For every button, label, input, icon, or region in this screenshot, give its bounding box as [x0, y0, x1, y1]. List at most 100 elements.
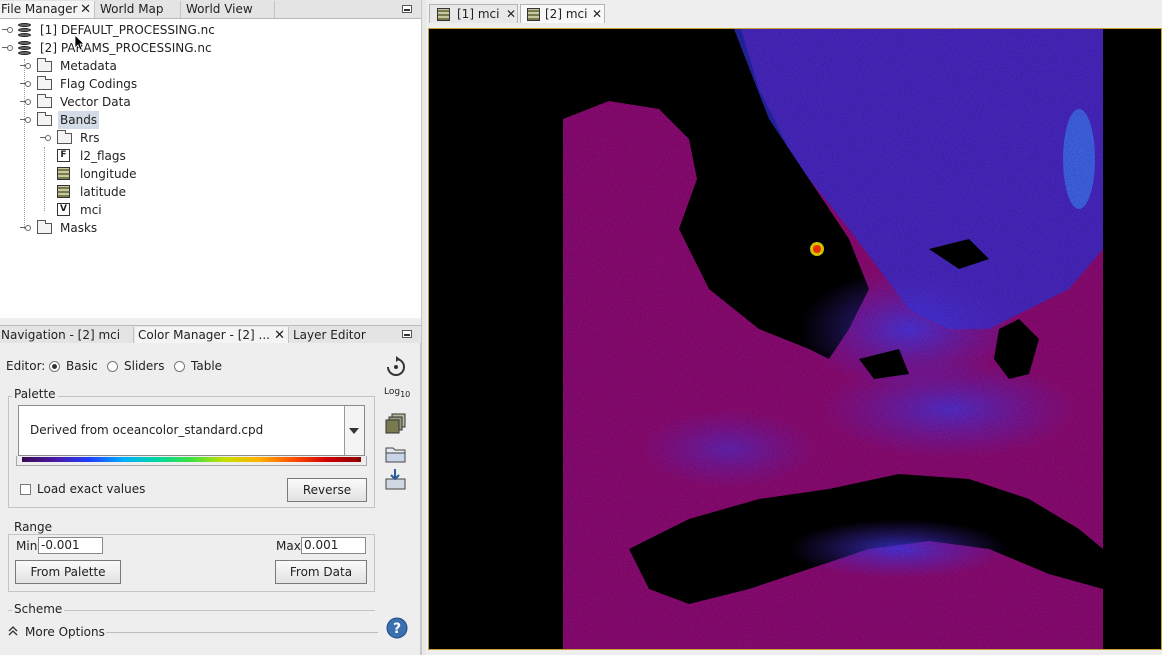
band-icon — [57, 185, 70, 198]
load-exact-checkbox[interactable] — [20, 484, 31, 495]
minimize-icon[interactable] — [402, 5, 412, 13]
tab-layer-editor[interactable]: Layer Editor — [290, 327, 370, 344]
divider — [106, 632, 378, 633]
tree-item-product-1[interactable]: [1] DEFAULT_PROCESSING.nc — [0, 21, 420, 39]
folder-icon — [37, 58, 52, 72]
tab-label: Color Manager - [2] ... — [138, 328, 270, 342]
tab-label: [1] mci — [457, 7, 500, 21]
tab-label: Navigation - [2] mci — [1, 328, 121, 342]
tab-label: Layer Editor — [293, 328, 366, 342]
load-exact-label: Load exact values — [37, 482, 146, 496]
radio-sliders[interactable] — [107, 361, 118, 372]
tab-world-map[interactable]: World Map — [97, 1, 181, 18]
folder-icon — [57, 130, 72, 144]
tab-label: World Map — [100, 2, 164, 16]
log-label: Log — [384, 387, 401, 397]
tree-item-label: [2] PARAMS_PROCESSING.nc — [40, 41, 212, 55]
tab-file-manager[interactable]: File Manager ✕ — [0, 1, 95, 18]
close-icon[interactable]: ✕ — [80, 1, 91, 18]
tree-item-metadata[interactable]: Metadata — [0, 57, 420, 75]
scheme-title: Scheme — [12, 602, 65, 616]
tree-item-label: Masks — [60, 221, 98, 235]
expand-icon[interactable] — [20, 98, 31, 106]
tree-item-band-latitude[interactable]: latitude — [0, 183, 420, 201]
virtual-band-icon: V — [57, 203, 70, 216]
expand-icon[interactable] — [20, 224, 31, 232]
tab-world-view[interactable]: World View — [183, 1, 275, 18]
radio-basic-label: Basic — [66, 359, 98, 373]
product-icon — [18, 41, 31, 55]
band-icon — [527, 8, 540, 21]
tab-image-1-mci[interactable]: [1] mci ✕ — [429, 4, 518, 23]
tab-label: [2] mci — [545, 7, 588, 21]
palette-select[interactable]: Derived from oceancolor_standard.cpd — [18, 405, 365, 456]
expand-icon[interactable] — [20, 62, 31, 70]
expand-icon[interactable] — [2, 26, 13, 34]
tree-item-product-2[interactable]: [2] PARAMS_PROCESSING.nc — [0, 39, 420, 57]
close-icon[interactable]: ✕ — [274, 327, 285, 344]
tree-item-band-l2-flags[interactable]: F l2_flags — [0, 147, 420, 165]
tree-item-label: mci — [80, 203, 102, 217]
tab-color-manager[interactable]: Color Manager - [2] ... ✕ — [135, 327, 289, 344]
collapse-up-icon[interactable] — [8, 626, 18, 636]
export-icon[interactable] — [383, 467, 409, 491]
expand-icon[interactable] — [20, 80, 31, 88]
flag-band-icon: F — [57, 149, 70, 162]
band-icon — [437, 8, 450, 21]
multi-band-icon[interactable] — [383, 412, 409, 436]
reverse-button[interactable]: Reverse — [287, 478, 367, 502]
from-data-button[interactable]: From Data — [275, 560, 367, 584]
min-field[interactable]: -0.001 — [38, 537, 103, 554]
max-field[interactable]: 0.001 — [301, 537, 366, 554]
collapse-icon[interactable] — [2, 44, 13, 52]
tree-item-label: Metadata — [60, 59, 117, 73]
expand-icon[interactable] — [40, 134, 51, 142]
tree-item-band-rrs[interactable]: Rrs — [0, 129, 420, 147]
top-tab-bar: File Manager ✕ World Map World View — [0, 0, 421, 19]
range-title: Range — [12, 520, 55, 534]
more-options-label[interactable]: More Options — [25, 625, 105, 639]
radio-table-label: Table — [191, 359, 223, 373]
tab-image-2-mci[interactable]: [2] mci ✕ — [520, 4, 605, 23]
editor-label: Editor: — [6, 359, 46, 373]
band-icon — [57, 167, 70, 180]
tree-item-band-mci[interactable]: V mci — [0, 201, 420, 219]
import-icon[interactable] — [383, 441, 409, 465]
tree-item-label: Bands — [58, 111, 100, 129]
product-icon — [18, 23, 31, 37]
tab-label: File Manager — [1, 2, 78, 16]
image-view[interactable] — [428, 28, 1162, 650]
color-manager-panel: Editor: Basic Sliders Table Palette Deri… — [0, 343, 421, 655]
palette-title: Palette — [12, 387, 58, 401]
tree-item-flag-codings[interactable]: Flag Codings — [0, 75, 420, 93]
tree-item-band-longitude[interactable]: longitude — [0, 165, 420, 183]
palette-select-value: Derived from oceancolor_standard.cpd — [30, 423, 264, 437]
collapse-icon[interactable] — [20, 116, 31, 124]
log10-icon[interactable]: Log10 — [384, 387, 410, 407]
tree-item-label: [1] DEFAULT_PROCESSING.nc — [40, 23, 215, 37]
mouse-cursor-icon — [75, 35, 85, 51]
radio-basic[interactable] — [49, 361, 60, 372]
tree-item-bands[interactable]: Bands — [0, 111, 420, 129]
folder-icon — [37, 76, 52, 90]
from-palette-button[interactable]: From Palette — [15, 560, 121, 584]
radio-sliders-label: Sliders — [124, 359, 165, 373]
mci-raster-image — [563, 29, 1161, 649]
tree-item-label: longitude — [80, 167, 137, 181]
dropdown-button[interactable] — [344, 406, 364, 455]
radio-table[interactable] — [174, 361, 185, 372]
chevron-down-icon — [349, 428, 359, 434]
bottom-tab-bar: Navigation - [2] mci Color Manager - [2]… — [0, 325, 421, 344]
close-icon[interactable]: ✕ — [592, 5, 602, 24]
tree-item-vector-data[interactable]: Vector Data — [0, 93, 420, 111]
minimize-icon[interactable] — [402, 330, 412, 338]
open-folder-icon — [37, 112, 52, 126]
close-icon[interactable]: ✕ — [506, 5, 516, 24]
product-tree: [1] DEFAULT_PROCESSING.nc [2] PARAMS_PRO… — [0, 19, 421, 318]
log-base: 10 — [400, 389, 411, 399]
vertical-splitter[interactable] — [421, 0, 426, 655]
tab-navigation[interactable]: Navigation - [2] mci — [0, 327, 134, 344]
tree-item-masks[interactable]: Masks — [0, 219, 420, 237]
reset-icon[interactable] — [383, 355, 409, 379]
help-icon[interactable]: ? — [386, 617, 408, 639]
